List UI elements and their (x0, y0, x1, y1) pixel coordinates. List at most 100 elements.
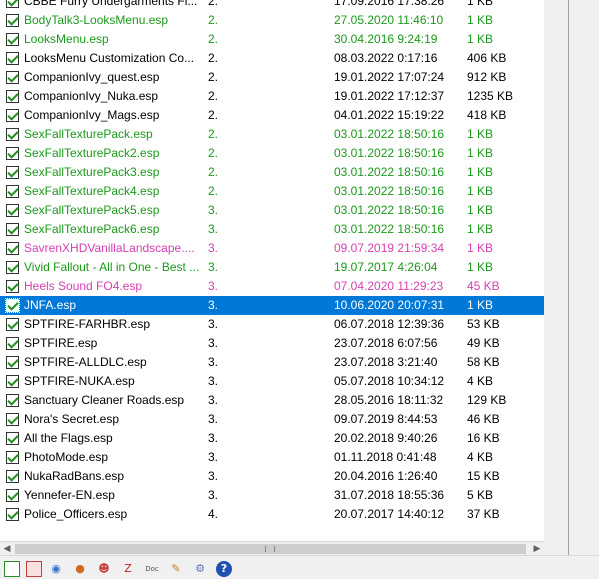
plugin-row[interactable]: CompanionIvy_Mags.esp 2. 04.01.2022 15:19:… (0, 106, 544, 125)
thumb-grip (265, 546, 275, 552)
enabled-checkbox[interactable] (6, 71, 19, 84)
plugin-row[interactable]: SPTFIRE-NUKA.esp 3. 05.07.2018 10:34:12 4 K… (0, 372, 544, 391)
file-size: 4 KB (467, 450, 494, 464)
load-index: 3. (208, 203, 219, 217)
plugin-row[interactable]: CBBE Furry Undergarments Fi... 2. 17.09.20… (0, 0, 544, 11)
document-icon[interactable]: Doc (144, 561, 160, 577)
file-size: 1 KB (467, 13, 494, 27)
plugin-name: Sanctuary Cleaner Roads.esp (24, 393, 185, 407)
enabled-checkbox[interactable] (6, 261, 19, 274)
plugin-row[interactable]: Sanctuary Cleaner Roads.esp 3. 28.05.2016 … (0, 391, 544, 410)
enabled-checkbox[interactable] (6, 128, 19, 141)
plugin-name: SPTFIRE-FARHBR.esp (24, 317, 151, 331)
plugin-row[interactable]: LooksMenu Customization Co... 2. 08.03.202… (0, 49, 544, 68)
enabled-checkbox[interactable] (6, 318, 19, 331)
plugin-name: SPTFIRE.esp (24, 336, 98, 350)
settings-icon[interactable]: ⚙ (192, 561, 208, 577)
plugin-row[interactable]: All the Flags.esp 3. 20.02.2018 9:40:26 16 … (0, 429, 544, 448)
load-index: 3. (208, 336, 219, 350)
enabled-checkbox[interactable] (6, 90, 19, 103)
file-size: 129 KB (467, 393, 507, 407)
file-size: 1 KB (467, 146, 494, 160)
enabled-checkbox[interactable] (6, 356, 19, 369)
help-icon[interactable]: ? (216, 561, 232, 577)
edit-icon[interactable]: ✎ (168, 561, 184, 577)
modified-date: 19.01.2022 17:12:37 (334, 89, 445, 103)
checkbox-icon[interactable] (4, 561, 20, 577)
modified-date: 03.01.2022 18:50:16 (334, 146, 445, 160)
enabled-checkbox[interactable] (6, 109, 19, 122)
enabled-checkbox[interactable] (6, 223, 19, 236)
enabled-checkbox[interactable] (6, 337, 19, 350)
enabled-checkbox[interactable] (6, 432, 19, 445)
enabled-checkbox[interactable] (6, 280, 19, 293)
scroll-right-arrow-icon[interactable]: ▶ (530, 543, 544, 555)
file-size: 1 KB (467, 0, 494, 8)
plugin-row[interactable]: Heels Sound FO4.esp 3. 07.04.2020 11:29:23… (0, 277, 544, 296)
plugin-name: CompanionIvy_Mags.esp (24, 108, 160, 122)
modified-date: 01.11.2018 0:41:48 (334, 450, 437, 464)
plugin-row[interactable]: CompanionIvy_quest.esp 2. 19.01.2022 17:07… (0, 68, 544, 87)
plugin-row[interactable]: SexFallTexturePack3.esp 2. 03.01.2022 18:5… (0, 163, 544, 182)
plugin-row[interactable]: SPTFIRE-FARHBR.esp 3. 06.07.2018 12:39:36 5… (0, 315, 544, 334)
plugin-row[interactable]: CompanionIvy_Nuka.esp 2. 19.01.2022 17:12:… (0, 87, 544, 106)
enabled-checkbox[interactable] (6, 0, 19, 8)
enabled-checkbox[interactable] (6, 204, 19, 217)
plugin-row[interactable]: SexFallTexturePack4.esp 2. 03.01.2022 18:5… (0, 182, 544, 201)
person-icon[interactable]: ☻ (96, 561, 112, 577)
enabled-checkbox[interactable] (6, 413, 19, 426)
enabled-checkbox[interactable] (6, 489, 19, 502)
enabled-checkbox[interactable] (6, 14, 19, 27)
plugin-row[interactable]: SPTFIRE-ALLDLC.esp 3. 23.07.2018 3:21:40 58… (0, 353, 544, 372)
enabled-checkbox[interactable] (6, 185, 19, 198)
modified-date: 04.01.2022 15:19:22 (334, 108, 445, 122)
plugin-row[interactable]: SavrenXHDVanillaLandscape.... 3. 09.07.201… (0, 239, 544, 258)
plugin-row[interactable]: SPTFIRE.esp 3. 23.07.2018 6:07:56 49 KB (0, 334, 544, 353)
enabled-checkbox[interactable] (6, 470, 19, 483)
square-icon[interactable] (26, 561, 42, 577)
load-index: 2. (208, 184, 219, 198)
enabled-checkbox[interactable] (6, 451, 19, 464)
load-index: 3. (208, 222, 219, 236)
enabled-checkbox[interactable] (6, 166, 19, 179)
file-size: 37 KB (467, 507, 500, 521)
modified-date: 19.01.2022 17:07:24 (334, 70, 445, 84)
enabled-checkbox[interactable] (6, 394, 19, 407)
user-icon[interactable]: ● (72, 561, 88, 577)
modified-date: 19.07.2017 4:26:04 (334, 260, 438, 274)
plugin-row[interactable]: NukaRadBans.esp 3. 20.04.2016 1:26:40 15 KB (0, 467, 544, 486)
plugin-list[interactable]: CBBE Furry Undergarments Fi... 2. 17.09.20… (0, 0, 544, 541)
globe-icon[interactable]: ◉ (48, 561, 64, 577)
modified-date: 31.07.2018 18:55:36 (334, 488, 445, 502)
horizontal-scrollbar[interactable]: ◀ ▶ (0, 541, 544, 555)
file-size: 1 KB (467, 32, 494, 46)
plugin-row[interactable]: Vivid Fallout - All in One - Best ... 3. 1… (0, 258, 544, 277)
load-index: 3. (208, 431, 219, 445)
plugin-row[interactable]: BodyTalk3-LooksMenu.esp 2. 27.05.2020 11:4… (0, 11, 544, 30)
plugin-row[interactable]: Yennefer-EN.esp 3. 31.07.2018 18:55:36 5 KB (0, 486, 544, 505)
scroll-thumb[interactable] (15, 544, 526, 554)
plugin-row[interactable]: JNFA.esp 3. 10.06.2020 20:07:31 1 KB (0, 296, 544, 315)
enabled-checkbox[interactable] (5, 298, 20, 313)
enabled-checkbox[interactable] (6, 375, 19, 388)
plugin-row[interactable]: PhotoMode.esp 3. 01.11.2018 0:41:48 4 KB (0, 448, 544, 467)
scroll-left-arrow-icon[interactable]: ◀ (0, 543, 14, 555)
load-index: 3. (208, 393, 219, 407)
enabled-checkbox[interactable] (6, 52, 19, 65)
enabled-checkbox[interactable] (6, 242, 19, 255)
plugin-row[interactable]: LooksMenu.esp 2. 30.04.2016 9:24:19 1 KB (0, 30, 544, 49)
plugin-name: SexFallTexturePack2.esp (24, 146, 160, 160)
load-index: 3. (208, 450, 219, 464)
enabled-checkbox[interactable] (6, 147, 19, 160)
plugin-row[interactable]: Nora's Secret.esp 3. 09.07.2019 8:44:53 46 … (0, 410, 544, 429)
load-index: 3. (208, 412, 219, 426)
plugin-row[interactable]: SexFallTexturePack5.esp 3. 03.01.2022 18:5… (0, 201, 544, 220)
plugin-row[interactable]: SexFallTexturePack2.esp 2. 03.01.2022 18:5… (0, 144, 544, 163)
enabled-checkbox[interactable] (6, 33, 19, 46)
plugin-row[interactable]: Police_Officers.esp 4. 20.07.2017 14:40:12… (0, 505, 544, 524)
plugin-row[interactable]: SexFallTexturePack6.esp 3. 03.01.2022 18:5… (0, 220, 544, 239)
modified-date: 03.01.2022 18:50:16 (334, 203, 445, 217)
enabled-checkbox[interactable] (6, 508, 19, 521)
filezilla-icon[interactable]: Z (120, 561, 136, 577)
plugin-row[interactable]: SexFallTexturePack.esp 2. 03.01.2022 18:50… (0, 125, 544, 144)
